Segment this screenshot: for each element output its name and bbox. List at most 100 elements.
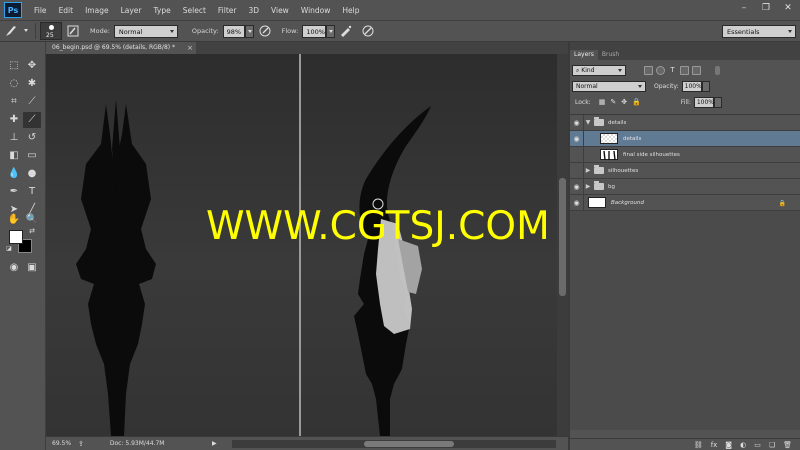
filter-adjustment-icon[interactable] (656, 65, 665, 75)
visibility-toggle[interactable] (570, 146, 584, 163)
tab-layers[interactable]: Layers (570, 50, 598, 60)
dodge-tool-icon[interactable]: ● (23, 166, 41, 182)
magic-wand-tool-icon[interactable]: ✱ (23, 76, 41, 92)
layer-row[interactable]: ◉ ▶ bg (570, 178, 800, 195)
menu-filter[interactable]: Filter (212, 6, 243, 15)
chevron-down-icon[interactable]: ▼ (584, 119, 592, 126)
status-menu-arrow-icon[interactable]: ▶ (212, 440, 217, 447)
menu-file[interactable]: File (28, 6, 53, 15)
menu-edit[interactable]: Edit (53, 6, 80, 15)
chevron-right-icon[interactable]: ▶ (584, 183, 592, 190)
pen-tool-icon[interactable]: ✒ (5, 184, 23, 200)
menu-select[interactable]: Select (177, 6, 212, 15)
options-bar: 25 Mode: Normal Opacity: 98% Flow: 100% … (0, 20, 800, 42)
adjustment-layer-icon[interactable]: ◐ (740, 441, 746, 449)
lock-image-icon[interactable]: ✎ (610, 98, 616, 106)
tab-brush[interactable]: Brush (598, 50, 623, 60)
layer-row[interactable]: ◉ ▼ details (570, 114, 800, 131)
default-colors-icon[interactable]: ◪ (5, 245, 13, 253)
vertical-scrollbar-thumb[interactable] (559, 178, 566, 296)
fx-icon[interactable]: fx (711, 441, 718, 449)
brush-tool-icon[interactable]: ⟋ (23, 112, 41, 128)
clone-stamp-tool-icon[interactable]: ⊥ (5, 130, 23, 146)
layer-row[interactable]: ▶ silhouettes (570, 162, 800, 179)
pressure-opacity-icon[interactable] (258, 24, 272, 38)
menu-help[interactable]: Help (336, 6, 365, 15)
flow-dropdown[interactable] (326, 24, 336, 38)
menu-view[interactable]: View (265, 6, 295, 15)
filter-smart-object-icon[interactable] (692, 65, 701, 75)
gradient-tool-icon[interactable]: ▭ (23, 148, 41, 164)
type-tool-icon[interactable]: T (23, 184, 41, 200)
lock-all-icon[interactable]: 🔒 (632, 98, 641, 106)
foreground-color-swatch[interactable] (9, 230, 23, 244)
add-mask-icon[interactable]: ◙ (725, 441, 732, 449)
airbrush-icon[interactable] (339, 24, 353, 38)
horizontal-scrollbar[interactable] (232, 440, 556, 448)
eyedropper-tool-icon[interactable]: ⟋ (23, 94, 41, 110)
menu-image[interactable]: Image (79, 6, 115, 15)
marquee-tool-icon[interactable]: ⬚ (5, 58, 23, 74)
mode-select[interactable]: Normal (113, 24, 178, 38)
quick-mask-icon[interactable]: ◉ (5, 260, 23, 276)
blend-mode-select[interactable]: Normal (572, 80, 646, 92)
filter-type-icon[interactable]: T (668, 66, 677, 75)
tool-preset-dropdown[interactable] (22, 25, 31, 38)
zoom-level[interactable]: 69.5% (52, 440, 76, 447)
lock-position-icon[interactable]: ✥ (621, 98, 627, 106)
chevron-right-icon[interactable]: ▶ (584, 167, 592, 174)
brush-size-picker[interactable]: 25 (40, 22, 62, 40)
workspace-select[interactable]: Essentials (722, 25, 796, 38)
brush-tool-icon[interactable] (4, 24, 18, 38)
restore-icon[interactable]: ❐ (760, 3, 772, 13)
filter-shape-icon[interactable] (680, 65, 689, 75)
new-group-icon[interactable]: ▭ (754, 441, 761, 449)
menu-layer[interactable]: Layer (115, 6, 148, 15)
menu-window[interactable]: Window (295, 6, 337, 15)
pressure-size-icon[interactable] (361, 24, 375, 38)
lasso-tool-icon[interactable]: ◌ (5, 76, 23, 92)
opacity-input[interactable]: 98% (222, 24, 245, 38)
trash-icon[interactable]: 🗑 (783, 441, 792, 449)
new-layer-icon[interactable]: ❏ (769, 441, 775, 449)
share-icon[interactable]: ⇪ (78, 440, 84, 448)
healing-brush-tool-icon[interactable]: ✚ (5, 112, 23, 128)
swap-colors-icon[interactable]: ⇄ (27, 226, 37, 236)
horizontal-scrollbar-thumb[interactable] (364, 441, 454, 447)
layer-row[interactable]: ◉ Background 🔒 (570, 194, 800, 211)
close-icon[interactable]: ✕ (782, 3, 794, 13)
filter-toggle-icon[interactable] (715, 65, 720, 75)
document-canvas[interactable]: WWW.CGTSJ.COM (46, 54, 557, 436)
eye-icon[interactable]: ◉ (570, 114, 584, 131)
menu-3d[interactable]: 3D (242, 6, 265, 15)
fill-dropdown[interactable] (713, 96, 722, 108)
fill-input[interactable]: 100% (693, 96, 714, 108)
eraser-tool-icon[interactable]: ◧ (5, 148, 23, 164)
filter-pixel-icon[interactable] (644, 65, 653, 75)
crop-tool-icon[interactable]: ⌗ (5, 94, 23, 110)
brush-panel-icon[interactable] (66, 24, 80, 38)
layer-row[interactable]: final side silhouettes (570, 146, 800, 163)
history-brush-tool-icon[interactable]: ↺ (23, 130, 41, 146)
document-tab[interactable]: 06_begin.psd @ 69.5% (details, RGB/8) * … (46, 42, 196, 54)
opacity-dropdown[interactable] (244, 24, 254, 38)
minimize-icon[interactable]: – (738, 3, 750, 13)
visibility-toggle[interactable] (570, 162, 584, 179)
menu-type[interactable]: Type (148, 6, 177, 15)
close-tab-icon[interactable]: × (187, 42, 193, 54)
vertical-scrollbar[interactable] (557, 54, 568, 436)
hand-tool-icon[interactable]: ✋ (5, 212, 23, 228)
filter-kind-select[interactable]: ⌕ Kind (572, 64, 626, 76)
screen-mode-icon[interactable]: ▣ (23, 260, 41, 276)
link-layers-icon[interactable]: ⛓ (694, 441, 703, 449)
flow-input[interactable]: 100% (302, 24, 327, 38)
layer-opacity-dropdown[interactable] (701, 80, 710, 92)
eye-icon[interactable]: ◉ (570, 178, 584, 195)
eye-icon[interactable]: ◉ (570, 130, 584, 147)
move-tool-icon[interactable]: ✥ (23, 58, 41, 74)
blur-tool-icon[interactable]: 💧 (5, 166, 23, 182)
layer-opacity-input[interactable]: 100% (681, 80, 702, 92)
layer-row[interactable]: ◉ details (570, 130, 800, 147)
eye-icon[interactable]: ◉ (570, 194, 584, 211)
lock-transparent-icon[interactable]: ▦ (599, 98, 606, 106)
